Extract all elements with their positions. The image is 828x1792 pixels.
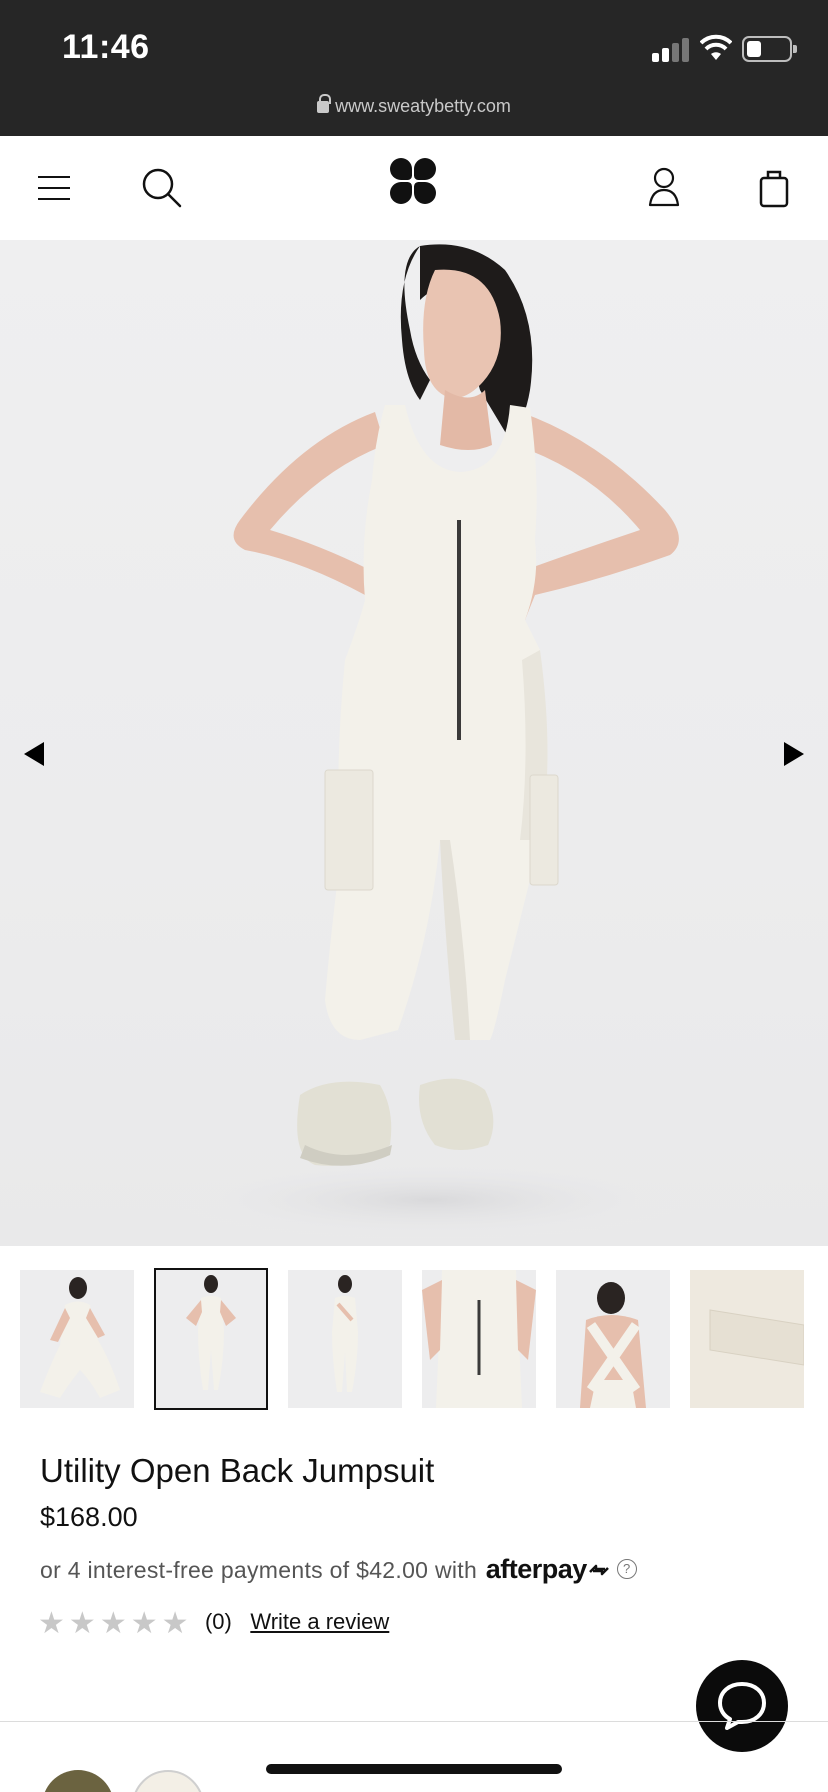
afterpay-logo: afterpay (485, 1554, 588, 1584)
star-icon: ★ (130, 1607, 158, 1640)
chat-bubble-icon (718, 1682, 766, 1730)
url-bar[interactable]: www.sweatybetty.com (0, 94, 828, 117)
triangle-right-icon[interactable] (772, 732, 816, 776)
search-icon[interactable] (132, 158, 192, 218)
chat-button[interactable] (696, 1660, 788, 1752)
hamburger-menu-icon[interactable] (24, 158, 84, 218)
triangle-left-icon[interactable] (12, 732, 56, 776)
thumbnail-4[interactable] (422, 1270, 536, 1408)
afterpay-message: or 4 interest-free payments of $42.00 wi… (40, 1554, 637, 1585)
status-time: 11:46 (62, 28, 150, 66)
cellular-signal-icon (652, 36, 692, 62)
product-main-image[interactable] (0, 240, 828, 1246)
lock-icon (317, 94, 332, 113)
battery-icon (742, 36, 797, 62)
thumbnail-6[interactable] (690, 1270, 804, 1408)
review-count: (0) (204, 1609, 232, 1634)
section-divider (0, 1721, 828, 1722)
url-text: www.sweatybetty.com (335, 96, 511, 116)
afterpay-info-icon[interactable]: ? (616, 1558, 637, 1579)
afterpay-arrows-icon (588, 1564, 609, 1576)
product-title: Utility Open Back Jumpsuit (40, 1452, 435, 1489)
thumbnail-2-selected[interactable] (154, 1268, 268, 1410)
star-icon: ★ (161, 1607, 189, 1640)
rating-row: ★ ★ ★ ★ ★ (0) Write a review (38, 1608, 389, 1644)
star-icon: ★ (99, 1607, 127, 1640)
sweaty-betty-logo[interactable] (390, 158, 436, 206)
shopping-bag-icon[interactable] (744, 158, 804, 218)
home-indicator (266, 1764, 562, 1774)
star-icon: ★ (68, 1607, 96, 1640)
thumbnail-3[interactable] (288, 1270, 402, 1408)
account-icon[interactable] (634, 158, 694, 218)
thumbnail-5[interactable] (556, 1270, 670, 1408)
product-price: $168.00 (40, 1502, 138, 1532)
afterpay-text: or 4 interest-free payments of $42.00 wi… (40, 1557, 478, 1583)
site-header (0, 136, 828, 240)
star-icon: ★ (38, 1607, 65, 1640)
thumbnail-1[interactable] (20, 1270, 134, 1408)
thumbnail-strip (0, 1268, 828, 1414)
color-swatch-olive[interactable] (42, 1770, 114, 1792)
write-review-link[interactable]: Write a review (250, 1609, 389, 1635)
wifi-icon (700, 34, 732, 60)
model-in-jumpsuit-image (170, 244, 690, 1240)
status-bar: 11:46 www.sweatybetty.com (0, 0, 828, 136)
color-swatch-white[interactable] (132, 1770, 204, 1792)
